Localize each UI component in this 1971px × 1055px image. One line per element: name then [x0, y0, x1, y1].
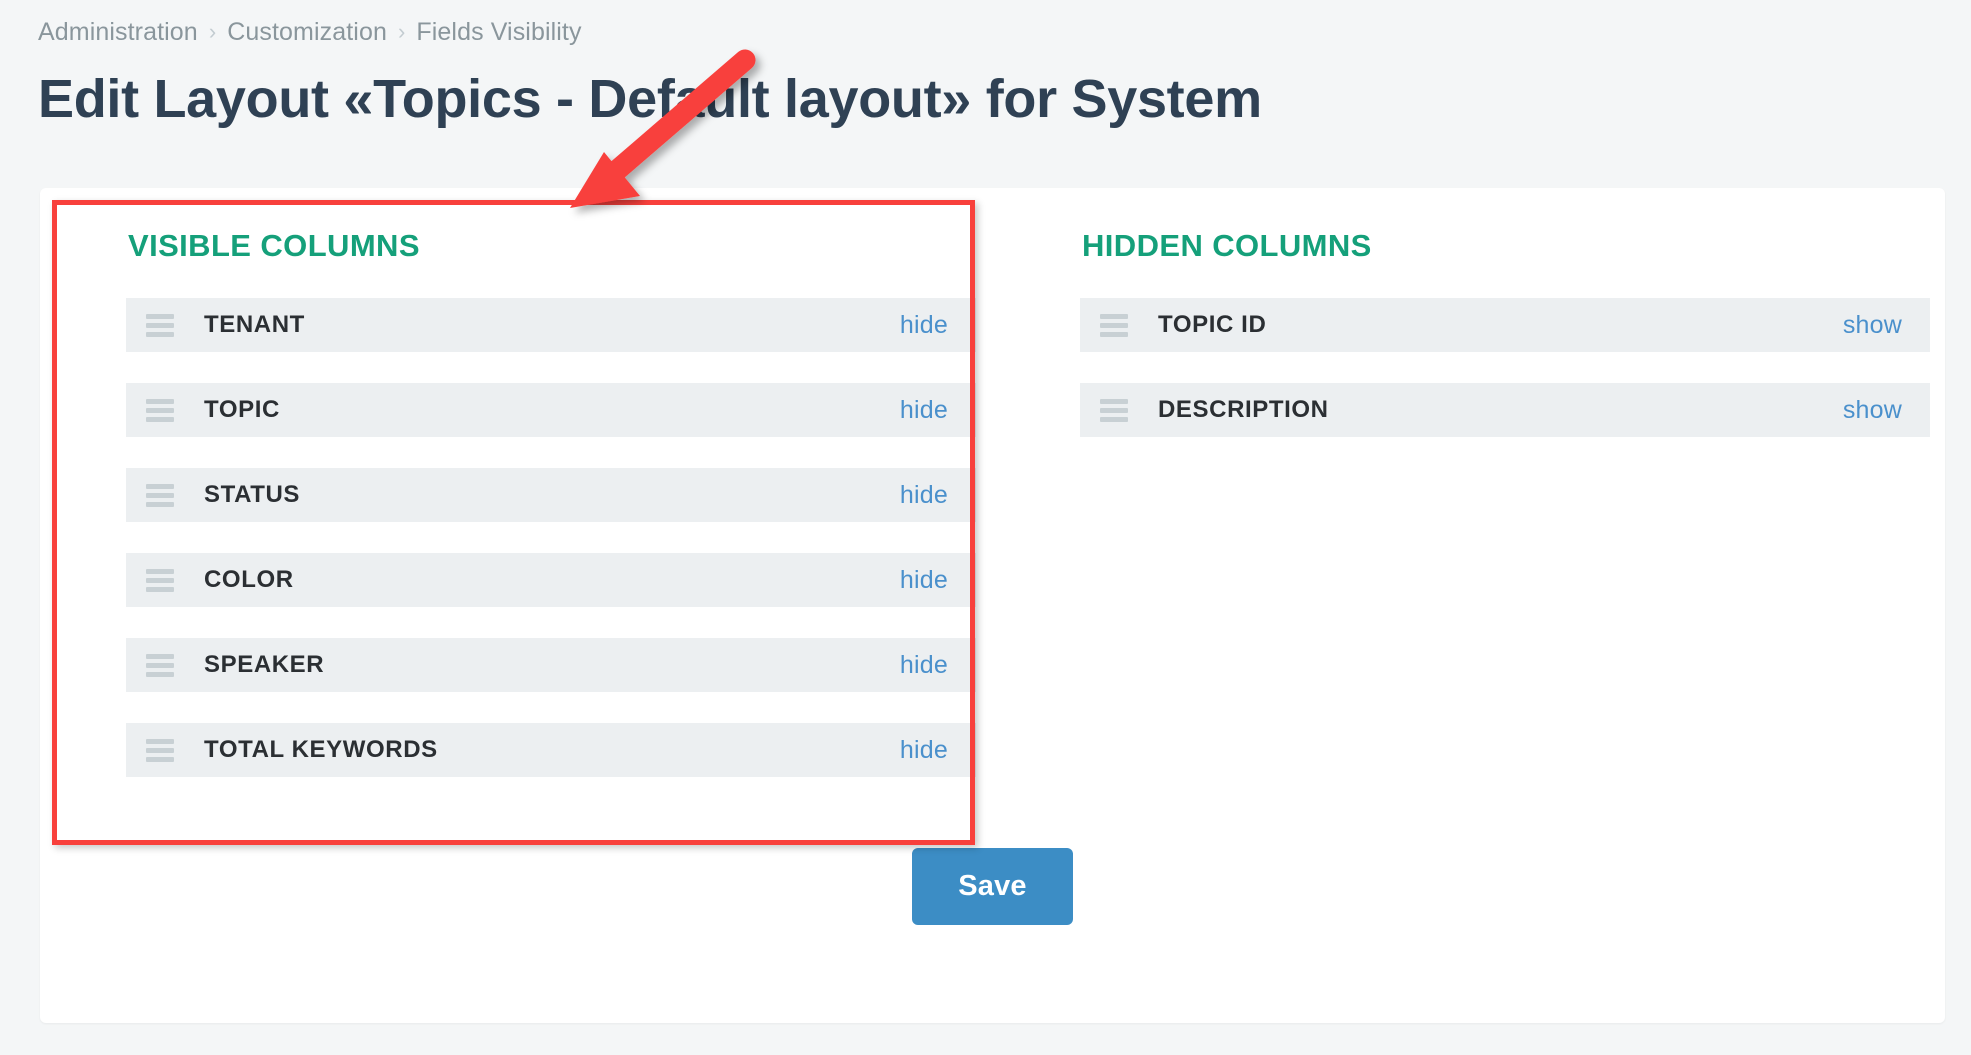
- hidden-columns-heading: HIDDEN COLUMNS: [1082, 228, 1372, 263]
- visible-columns-list: TENANT hide TOPIC hide STATUS hide COLOR…: [88, 298, 1000, 777]
- drag-handle-icon[interactable]: [1100, 398, 1146, 422]
- breadcrumb-item-fields-visibility: Fields Visibility: [416, 18, 582, 46]
- column-name: TOTAL KEYWORDS: [204, 736, 438, 763]
- column-name: SPEAKER: [204, 651, 325, 678]
- column-name: COLOR: [204, 566, 294, 593]
- hide-link[interactable]: hide: [900, 481, 948, 510]
- column-name: STATUS: [204, 481, 301, 508]
- hide-link[interactable]: hide: [900, 651, 948, 680]
- table-row[interactable]: TOPIC hide: [126, 383, 976, 437]
- hidden-columns-list: TOPIC ID show DESCRIPTION show: [1040, 298, 1952, 437]
- hide-link[interactable]: hide: [900, 736, 948, 765]
- show-link[interactable]: show: [1843, 396, 1902, 425]
- fields-visibility-card: VISIBLE COLUMNS TENANT hide TOPIC hide S…: [40, 188, 1945, 1023]
- drag-handle-icon[interactable]: [146, 568, 192, 592]
- drag-handle-icon[interactable]: [146, 313, 192, 337]
- breadcrumb-item-administration[interactable]: Administration: [38, 18, 198, 47]
- page-title: Edit Layout «Topics - Default layout» fo…: [38, 69, 1262, 129]
- table-row[interactable]: STATUS hide: [126, 468, 976, 522]
- chevron-right-icon: ›: [397, 18, 406, 44]
- table-row[interactable]: COLOR hide: [126, 553, 976, 607]
- column-name: TOPIC ID: [1158, 311, 1267, 338]
- drag-handle-icon[interactable]: [146, 483, 192, 507]
- save-button[interactable]: Save: [912, 848, 1073, 925]
- show-link[interactable]: show: [1843, 311, 1902, 340]
- drag-handle-icon[interactable]: [146, 398, 192, 422]
- breadcrumb: Administration › Customization › Fields …: [38, 18, 582, 47]
- page-root: Administration › Customization › Fields …: [0, 0, 1971, 1055]
- drag-handle-icon[interactable]: [1100, 313, 1146, 337]
- table-row[interactable]: TOTAL KEYWORDS hide: [126, 723, 976, 777]
- hide-link[interactable]: hide: [900, 311, 948, 340]
- hide-link[interactable]: hide: [900, 396, 948, 425]
- drag-handle-icon[interactable]: [146, 653, 192, 677]
- hide-link[interactable]: hide: [900, 566, 948, 595]
- visible-columns-panel: VISIBLE COLUMNS TENANT hide TOPIC hide S…: [88, 188, 1000, 808]
- chevron-right-icon: ›: [208, 18, 217, 44]
- column-name: DESCRIPTION: [1158, 396, 1329, 423]
- table-row[interactable]: TENANT hide: [126, 298, 976, 352]
- hidden-columns-panel: HIDDEN COLUMNS TOPIC ID show DESCRIPTION…: [1040, 188, 1952, 468]
- drag-handle-icon[interactable]: [146, 738, 192, 762]
- column-name: TOPIC: [204, 396, 280, 423]
- form-actions: Save: [40, 848, 1945, 925]
- visible-columns-heading: VISIBLE COLUMNS: [128, 228, 420, 263]
- breadcrumb-item-customization[interactable]: Customization: [227, 18, 387, 47]
- table-row[interactable]: TOPIC ID show: [1080, 298, 1930, 352]
- table-row[interactable]: DESCRIPTION show: [1080, 383, 1930, 437]
- column-name: TENANT: [204, 311, 305, 338]
- table-row[interactable]: SPEAKER hide: [126, 638, 976, 692]
